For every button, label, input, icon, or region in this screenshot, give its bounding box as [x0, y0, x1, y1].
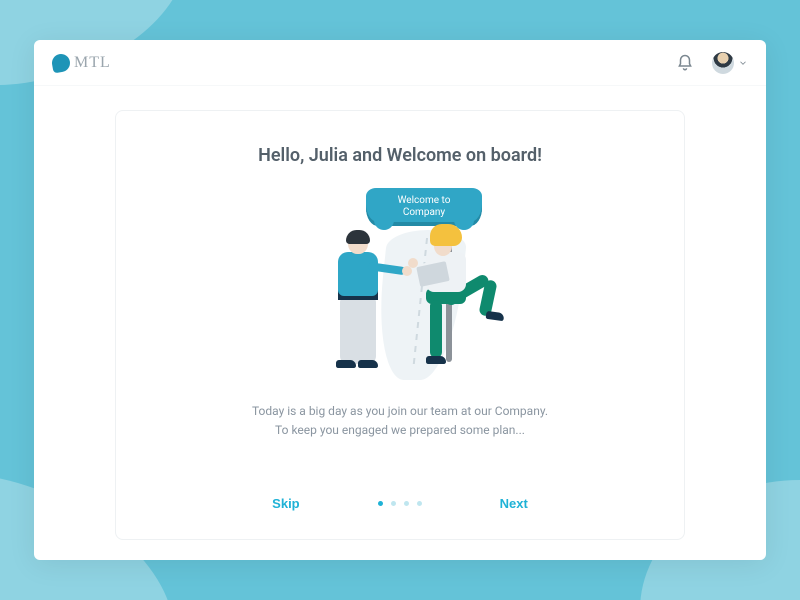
brand-logo-icon [51, 52, 72, 73]
welcome-sign: Welcome toCompany [366, 188, 482, 226]
onboarding-footer: Skip Next [144, 476, 656, 517]
welcome-illustration: Welcome toCompany [270, 184, 530, 384]
step-dot[interactable] [378, 501, 383, 506]
step-indicator [378, 501, 422, 506]
next-button[interactable]: Next [492, 490, 536, 517]
onboarding-card: Hello, Julia and Welcome on board! Welco… [115, 110, 685, 540]
avatar [712, 52, 734, 74]
chevron-down-icon [738, 58, 748, 68]
onboarding-title: Hello, Julia and Welcome on board! [258, 145, 542, 166]
skip-button[interactable]: Skip [264, 490, 307, 517]
brand[interactable]: MTL [52, 54, 111, 72]
notifications-icon[interactable] [676, 54, 694, 72]
content-area: Hello, Julia and Welcome on board! Welco… [34, 86, 766, 560]
step-dot[interactable] [391, 501, 396, 506]
brand-name: MTL [74, 54, 111, 72]
user-menu[interactable] [712, 52, 748, 74]
app-window: MTL Hello, Julia and Welcome on board! W… [34, 40, 766, 560]
step-dot[interactable] [404, 501, 409, 506]
onboarding-description: Today is a big day as you join our team … [252, 402, 548, 439]
topbar: MTL [34, 40, 766, 86]
step-dot[interactable] [417, 501, 422, 506]
